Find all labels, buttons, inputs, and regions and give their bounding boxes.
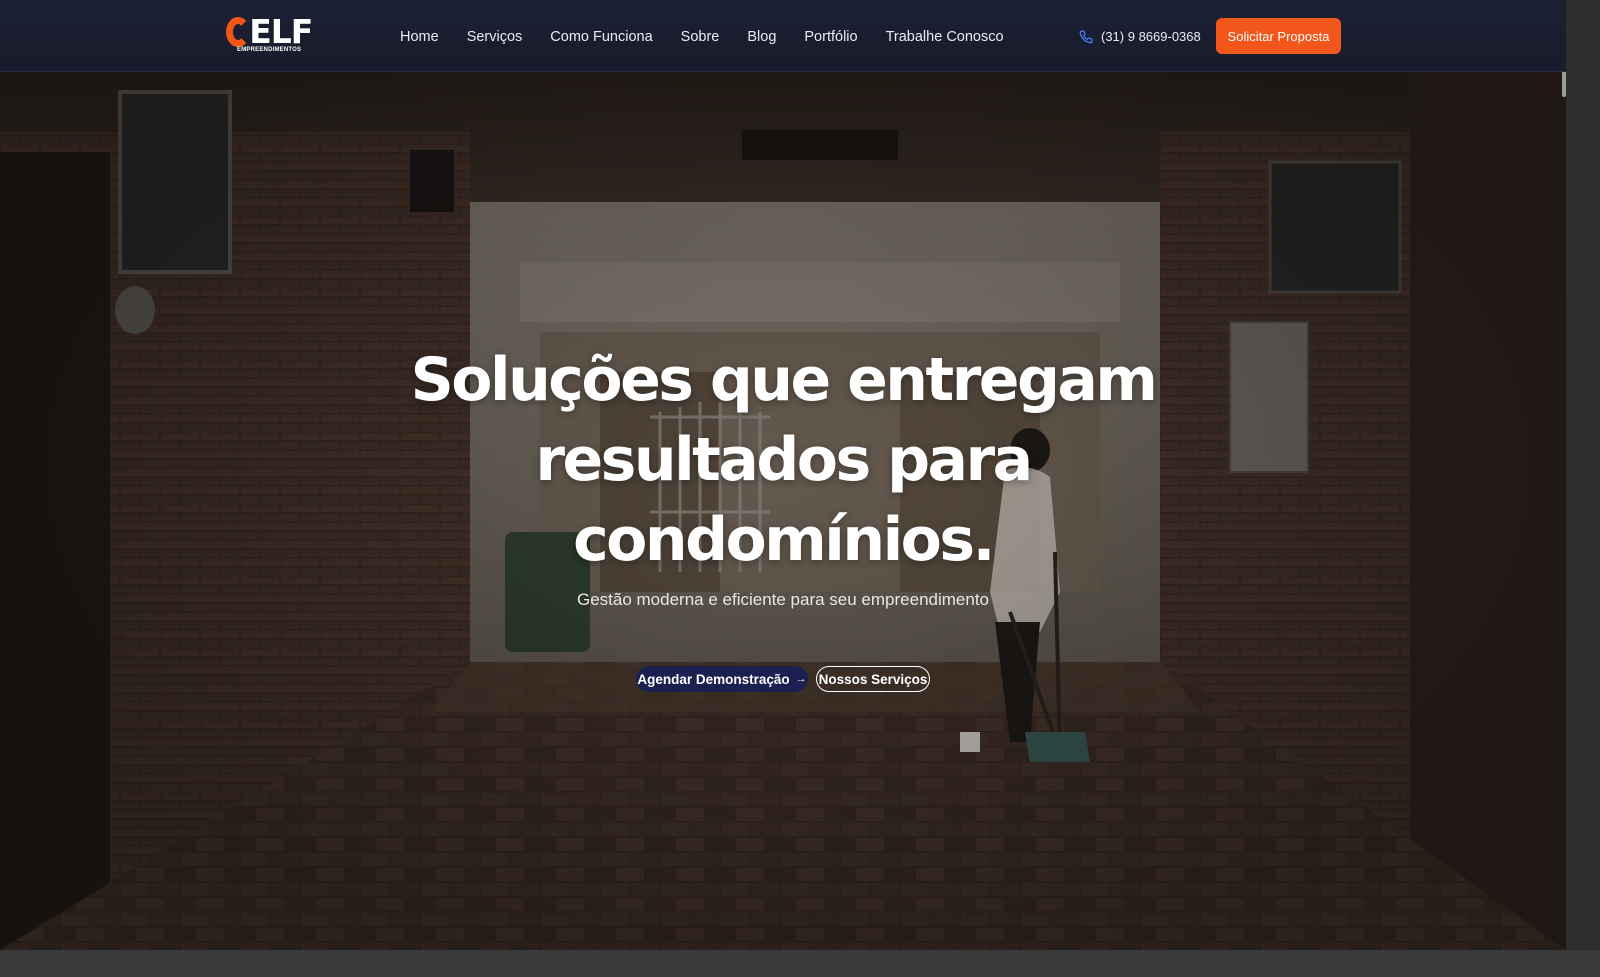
window-bottom-edge — [0, 950, 1600, 977]
logo-subtitle: EMPREENDIMENTOS — [237, 47, 302, 53]
logo-letters: ELF — [249, 12, 313, 51]
nossos-servicos-button[interactable]: Nossos Serviços — [816, 666, 930, 692]
nav-servicos[interactable]: Serviços — [467, 26, 523, 48]
logo[interactable]: CELF EMPREENDIMENTOS — [226, 14, 316, 58]
hero-subtitle: Gestão moderna e eficiente para seu empr… — [576, 590, 990, 609]
nav-como-funciona[interactable]: Como Funciona — [550, 26, 652, 48]
hero-title-line2: resultados para — [535, 425, 1033, 495]
hero-title: Soluções que entregam resultados para co… — [383, 340, 1183, 580]
phone-link[interactable]: (31) 9 8669-0368 — [1079, 26, 1201, 48]
agendar-demonstracao-button[interactable]: Agendar Demonstração → — [636, 666, 808, 692]
phone-number: (31) 9 8669-0368 — [1101, 29, 1201, 44]
hero-title-line3: condomínios. — [573, 505, 995, 575]
browser-viewport: CELF EMPREENDIMENTOS Home Serviços Como … — [0, 0, 1566, 950]
page-scrollbar-track[interactable] — [1566, 0, 1600, 950]
arrow-right-icon: → — [795, 673, 807, 685]
logo-wordmark: CELF — [226, 12, 313, 51]
nav-sobre[interactable]: Sobre — [681, 26, 720, 48]
site-header: CELF EMPREENDIMENTOS Home Serviços Como … — [0, 0, 1566, 72]
nav-trabalhe-conosco[interactable]: Trabalhe Conosco — [886, 26, 1004, 48]
solicitar-proposta-button[interactable]: Solicitar Proposta — [1216, 18, 1341, 54]
nav-blog[interactable]: Blog — [747, 26, 776, 48]
agendar-demonstracao-label: Agendar Demonstração — [637, 671, 790, 687]
nav-portfolio[interactable]: Portfólio — [804, 26, 857, 48]
main-nav: Home Serviços Como Funciona Sobre Blog P… — [400, 26, 1032, 48]
hero-section: Soluções que entregam resultados para co… — [0, 72, 1566, 950]
hero-title-line1: Soluções que entregam — [410, 345, 1158, 415]
nav-home[interactable]: Home — [400, 26, 439, 48]
phone-icon — [1079, 30, 1093, 44]
